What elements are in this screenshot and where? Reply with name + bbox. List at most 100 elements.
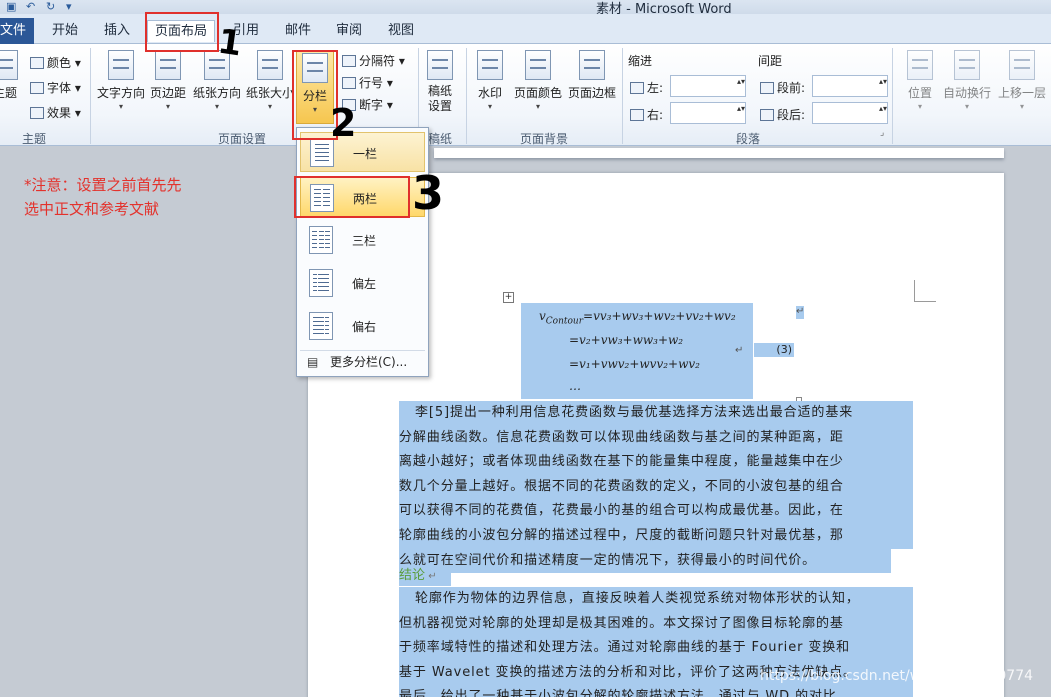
wrap-text-button[interactable]: 自动换行 ▾	[942, 50, 992, 111]
watermark-button[interactable]: 水印 ▾	[474, 50, 506, 111]
breaks-button[interactable]: 分隔符 ▾	[342, 52, 405, 69]
text-line: 离越小越好；或者体现曲线函数在基下的能量集中程度，能量越集中在少	[399, 450, 913, 475]
position-icon	[907, 50, 933, 80]
spacing-before-input[interactable]	[812, 75, 888, 97]
ribbon: 主题 颜色 ▾ 字体 ▾ 效果 ▾ 主题 文字方向▾ 页边距▾ 纸张方向▾ 纸张…	[0, 44, 1051, 146]
tab-insert[interactable]: 插入	[98, 20, 136, 42]
text-direction-button[interactable]: 文字方向 ▾	[96, 50, 146, 111]
more-columns-button[interactable]: 更多分栏(C)...	[300, 350, 425, 373]
tab-view[interactable]: 视图	[383, 20, 419, 42]
step-number-3: 3	[412, 166, 445, 220]
step-number-2: 2	[330, 101, 357, 145]
page-color-button[interactable]: 页面颜色 ▾	[512, 50, 564, 111]
formula-subscript: Contour	[545, 316, 584, 327]
fonts-icon	[30, 82, 44, 94]
page-borders-icon	[579, 50, 605, 80]
menu-item-right[interactable]: 偏右	[300, 306, 425, 346]
indent-left-input[interactable]	[670, 75, 746, 97]
paragraph-mark-icon: ↵	[796, 306, 805, 319]
text-line: 数几个分量上越好。根据不同的花费函数的定义，不同的小波包基的组合	[399, 474, 913, 500]
section-heading: 结论 ↵	[399, 566, 451, 586]
group-label-page-background: 页面背景	[520, 132, 569, 146]
spacing-before-label: 段前:	[760, 79, 805, 96]
left-column-icon	[309, 269, 333, 297]
formula-block[interactable]: vContour=vv₃+wv₃+wv₂+vv₂+wv₂ =v₂+vw₃+ww₃…	[521, 303, 753, 399]
indent-left-label: 左:	[630, 79, 663, 96]
margins-button[interactable]: 页边距 ▾	[148, 50, 188, 111]
indent-right-input[interactable]	[670, 102, 746, 124]
tab-review[interactable]: 审阅	[331, 20, 367, 42]
spacing-after-label: 段后:	[760, 106, 805, 123]
formula-line-1: =vv₃+wv₃+wv₂+vv₂+wv₂	[583, 309, 736, 323]
body-paragraph-1[interactable]: 李[5]提出一种利用信息花费函数与最优基选择方法来选出最合适的基来 分解曲线函数…	[399, 401, 913, 574]
themes-button[interactable]: 主题	[0, 50, 20, 101]
theme-fonts-button[interactable]: 字体 ▾	[30, 79, 81, 96]
bring-forward-button[interactable]: 上移一层 ▾	[996, 50, 1048, 111]
indent-label: 缩进	[628, 54, 653, 68]
customize-toolbar-icon[interactable]: ▾	[66, 1, 78, 12]
spacing-after-icon	[760, 109, 774, 121]
bring-forward-icon	[1009, 50, 1035, 80]
table-move-handle-icon[interactable]: +	[503, 292, 514, 303]
theme-colors-button[interactable]: 颜色 ▾	[30, 54, 81, 71]
menu-item-left[interactable]: 偏左	[300, 263, 425, 303]
paragraph-dialog-launcher-icon[interactable]: ⌟	[880, 128, 884, 138]
step-number-1: 1	[215, 21, 245, 65]
text-line: 轮廓作为物体的边界信息，直接反映着人类视觉系统对物体形状的认知，	[399, 587, 913, 612]
draft-settings-button[interactable]: 稿纸设置	[422, 50, 458, 114]
wrap-text-icon	[954, 50, 980, 80]
line-numbers-button[interactable]: 行号 ▾	[342, 74, 393, 91]
previous-page-edge	[434, 148, 1004, 158]
watermark-url: https://blog.csdn.net/weixin_43460774	[760, 668, 1034, 684]
margins-icon	[155, 50, 181, 80]
tab-mailings[interactable]: 邮件	[280, 20, 316, 42]
indent-right-icon	[630, 109, 644, 121]
menu-item-three-columns[interactable]: 三栏	[300, 220, 425, 260]
ribbon-separator	[466, 48, 467, 144]
note-line-2: 选中正文和参考文献	[24, 200, 160, 218]
tab-home[interactable]: 开始	[46, 20, 84, 42]
columns-dropdown-menu: 一栏 两栏 三栏 偏左 偏右 更多分栏(C)...	[296, 127, 429, 377]
redo-icon[interactable]: ↻	[46, 1, 58, 12]
three-columns-icon	[309, 226, 333, 254]
text-line: 李[5]提出一种利用信息花费函数与最优基选择方法来选出最合适的基来	[399, 401, 913, 426]
position-button[interactable]: 位置 ▾	[902, 50, 938, 111]
tab-file[interactable]: 文件	[0, 18, 34, 44]
spacing-before-icon	[760, 82, 774, 94]
group-label-theme: 主题	[22, 132, 47, 146]
equation-number: (3)	[754, 343, 794, 357]
annotation-box-two-columns	[294, 176, 410, 218]
spacing-label: 间距	[758, 54, 783, 68]
annotation-box-page-layout	[145, 12, 219, 52]
spacing-after-input[interactable]	[812, 102, 888, 124]
effects-icon	[30, 107, 44, 119]
paragraph-mark-icon: ↵	[735, 345, 744, 356]
text-direction-icon	[108, 50, 134, 80]
text-line: 么就可在空间代价和描述精度一定的情况下，获得最小的时间代价。	[399, 548, 891, 574]
window-title: 素材 - Microsoft Word	[596, 2, 732, 14]
right-column-icon	[309, 312, 333, 340]
breaks-icon	[342, 55, 356, 67]
line-numbers-icon	[342, 77, 356, 89]
text-line: 最后，给出了一种基于小波包分解的轮廓描述方法，通过与 WD 的对比	[399, 685, 913, 697]
colors-icon	[30, 57, 44, 69]
text-line: 轮廓曲线的小波包分解的描述过程中，尺度的截断问题只针对最优基，那	[399, 523, 913, 549]
save-icon[interactable]: ▣	[6, 1, 18, 12]
text-line: 分解曲线函数。信息花费函数可以体现曲线函数与基之间的某种距离，距	[399, 425, 913, 451]
group-label-page-setup: 页面设置	[218, 132, 267, 146]
quick-access-toolbar: ▣ ↶ ↻ ▾	[6, 0, 78, 14]
theme-effects-button[interactable]: 效果 ▾	[30, 104, 81, 121]
group-label-draft: 稿纸	[428, 132, 453, 146]
undo-icon[interactable]: ↶	[26, 1, 38, 12]
page-borders-button[interactable]: 页面边框	[566, 50, 618, 101]
size-button[interactable]: 纸张大小 ▾	[245, 50, 295, 111]
text-line: 可以获得不同的花费值，花费最小的基的组合可以构成最优基。因此，在	[399, 499, 913, 524]
themes-icon	[0, 50, 18, 80]
group-label-paragraph: 段落	[736, 132, 761, 146]
text-line: 于频率域特性的描述和处理方法。通过对轮廓曲线的基于 Fourier 变换和	[399, 636, 913, 661]
draft-paper-icon	[427, 50, 453, 80]
formula-line-4: …	[569, 379, 581, 393]
indent-right-label: 右:	[630, 106, 663, 123]
ribbon-separator	[892, 48, 893, 144]
page-color-icon	[525, 50, 551, 80]
